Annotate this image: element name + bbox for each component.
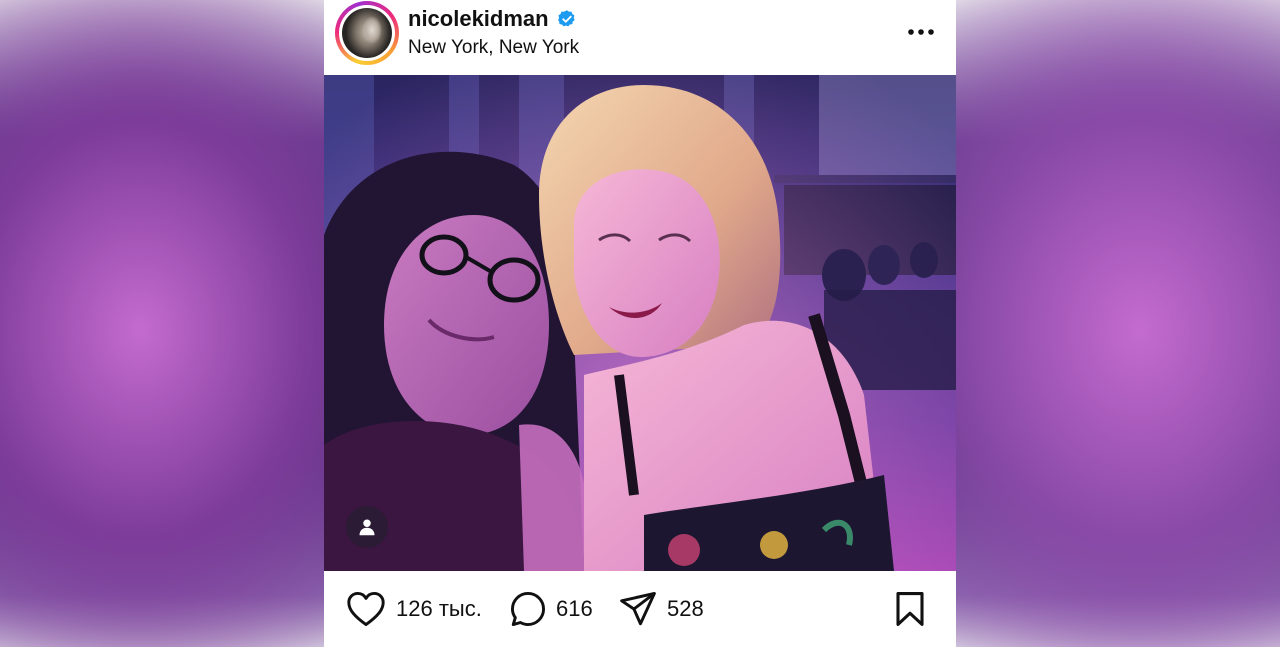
post-header: nicolekidman New York, New York xyxy=(324,0,956,75)
bookmark-icon xyxy=(896,592,924,626)
save-button[interactable] xyxy=(894,591,926,632)
comments-count[interactable]: 616 xyxy=(556,596,593,622)
avatar[interactable] xyxy=(339,5,395,61)
story-ring[interactable] xyxy=(335,1,399,65)
shares-count[interactable]: 528 xyxy=(667,596,704,622)
comment-bubble-icon xyxy=(510,591,546,627)
username-row: nicolekidman xyxy=(408,6,577,32)
paper-plane-icon xyxy=(620,591,656,626)
action-bar: 126 тыс. 616 528 xyxy=(324,571,956,647)
user-tag-icon xyxy=(359,519,375,536)
comment-button[interactable]: 616 xyxy=(510,591,593,627)
post-location[interactable]: New York, New York xyxy=(408,37,579,59)
likes-count[interactable]: 126 тыс. xyxy=(396,596,482,622)
share-button[interactable]: 528 xyxy=(619,591,704,627)
photo-image xyxy=(324,75,956,571)
post-card: nicolekidman New York, New York 126 тыс.… xyxy=(324,0,956,647)
more-options-button[interactable] xyxy=(904,20,938,44)
username[interactable]: nicolekidman xyxy=(408,6,549,32)
tagged-people-button[interactable] xyxy=(346,506,388,548)
more-horizontal-icon xyxy=(908,29,934,35)
like-button[interactable]: 126 тыс. xyxy=(346,591,482,627)
heart-icon xyxy=(347,591,385,627)
verified-badge-icon xyxy=(557,10,575,27)
avatar-image xyxy=(342,8,392,58)
post-photo[interactable] xyxy=(324,75,956,571)
